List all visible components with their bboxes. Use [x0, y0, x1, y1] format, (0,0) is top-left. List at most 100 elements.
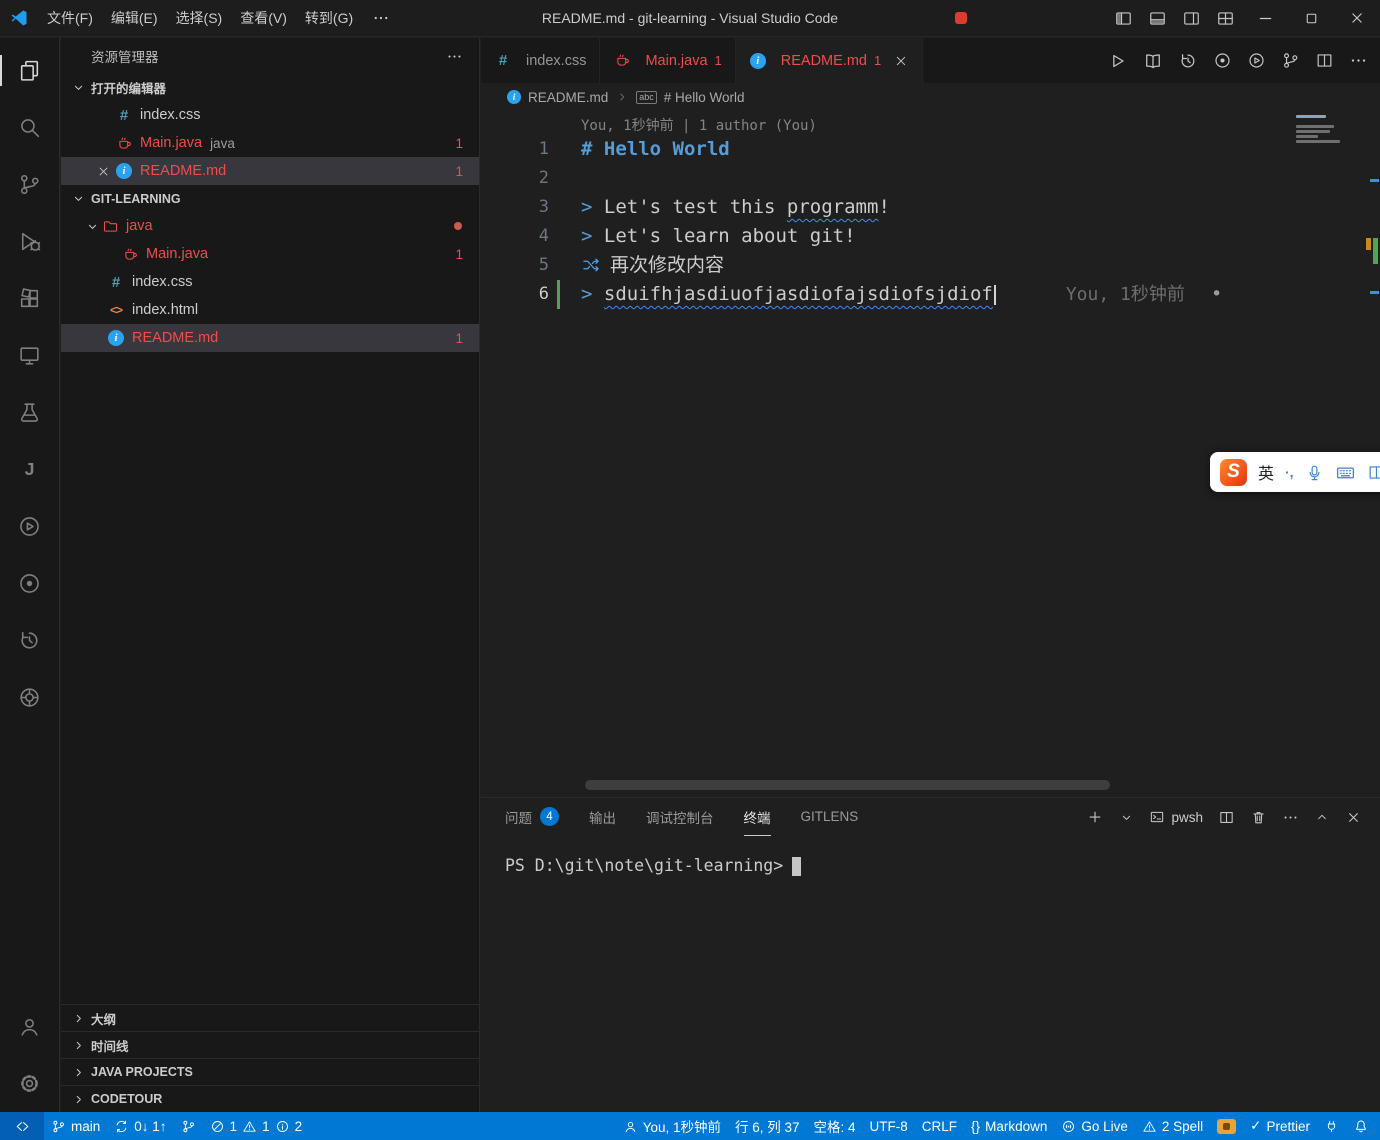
toggle-blame-button[interactable]	[1178, 51, 1198, 71]
breadcrumb-symbol[interactable]: # Hello World	[664, 90, 745, 105]
close-tab-icon[interactable]	[893, 53, 909, 69]
open-preview-button[interactable]	[1143, 51, 1163, 71]
blame-item[interactable]: You, 1秒钟前	[616, 1112, 728, 1140]
toggle-secondary-sidebar-button[interactable]	[1174, 0, 1208, 37]
indentation-item[interactable]: 空格: 4	[807, 1112, 863, 1140]
keyboard-icon[interactable]	[1335, 462, 1356, 483]
menu-file[interactable]: 文件(F)	[38, 5, 102, 31]
panel-actions: pwsh	[1086, 798, 1362, 836]
panel-tab-terminal[interactable]: 终端	[744, 798, 771, 836]
remote-indicator[interactable]	[0, 1112, 44, 1140]
accounts-icon[interactable]	[0, 998, 60, 1055]
close-window-button[interactable]	[1334, 0, 1380, 37]
settings-gear-icon[interactable]	[0, 1055, 60, 1112]
problems-item[interactable]: 1 1 2	[203, 1112, 310, 1140]
remote-explorer-icon[interactable]	[0, 327, 60, 384]
toolbox-icon[interactable]	[1367, 463, 1380, 482]
section-outline[interactable]: 大纲	[61, 1004, 479, 1031]
toggle-panel-button[interactable]	[1140, 0, 1174, 37]
tab-main-java[interactable]: Main.java 1	[600, 38, 735, 83]
sidebar-more-icon[interactable]	[446, 48, 463, 65]
section-timeline[interactable]: 时间线	[61, 1031, 479, 1058]
menu-view[interactable]: 查看(V)	[231, 5, 296, 31]
panel-tab-problems[interactable]: 问题 4	[505, 798, 559, 836]
menu-more-icon[interactable]	[362, 9, 400, 27]
sogou-logo-icon[interactable]: S	[1220, 459, 1247, 486]
go-live-item[interactable]: Go Live	[1054, 1112, 1135, 1140]
eol-item[interactable]: CRLF	[915, 1112, 964, 1140]
panel-tab-output[interactable]: 输出	[589, 798, 616, 836]
terminal-dropdown-icon[interactable]	[1119, 810, 1134, 825]
minimize-button[interactable]	[1242, 0, 1288, 37]
panel-tab-debug-console[interactable]: 调试控制台	[646, 798, 714, 836]
terminal[interactable]: PS D:\git\note\git-learning>	[481, 836, 1380, 876]
open-editor-main-java[interactable]: Main.java java 1	[61, 129, 479, 157]
tree-file-readme-md[interactable]: i README.md 1	[61, 324, 479, 352]
extensions-icon[interactable]	[0, 270, 60, 327]
ime-punctuation-icon[interactable]: ·,	[1285, 464, 1294, 480]
notifications-bell-icon[interactable]	[1346, 1112, 1376, 1140]
tree-file-main-java[interactable]: Main.java 1	[61, 240, 479, 268]
kill-terminal-button[interactable]	[1250, 809, 1267, 826]
encoding-item[interactable]: UTF-8	[863, 1112, 915, 1140]
cursor-position-item[interactable]: 行 6, 列 37	[728, 1112, 807, 1140]
project-section-header[interactable]: GIT-LEARNING	[61, 185, 479, 212]
search-icon[interactable]	[0, 99, 60, 156]
maximize-button[interactable]	[1288, 0, 1334, 37]
more-actions-button[interactable]	[1349, 51, 1368, 70]
section-java-projects[interactable]: JAVA PROJECTS	[61, 1058, 479, 1085]
gitlens-run-button[interactable]	[1247, 51, 1266, 70]
java-extension-icon[interactable]	[0, 441, 60, 498]
open-editor-index-css[interactable]: # index.css	[61, 101, 479, 129]
lifebuoy-extension-icon[interactable]	[0, 669, 60, 726]
sync-item[interactable]: 0↓ 1↑	[107, 1112, 173, 1140]
menu-goto[interactable]: 转到(G)	[296, 5, 362, 31]
maximize-panel-button[interactable]	[1314, 809, 1330, 825]
language-mode-item[interactable]: {} Markdown	[964, 1112, 1054, 1140]
history-icon[interactable]	[0, 612, 60, 669]
run-button[interactable]	[1108, 51, 1128, 71]
explorer-icon[interactable]	[0, 42, 60, 99]
record-icon[interactable]	[0, 555, 60, 612]
panel-more-button[interactable]	[1282, 809, 1299, 826]
menu-selection[interactable]: 选择(S)	[167, 5, 232, 31]
customize-layout-button[interactable]	[1208, 0, 1242, 37]
tab-readme-md[interactable]: i README.md 1	[736, 38, 923, 83]
breadcrumb-file[interactable]: README.md	[528, 90, 608, 105]
open-changes-button[interactable]	[1281, 51, 1300, 70]
tab-index-css[interactable]: # index.css	[481, 38, 600, 83]
spell-checker-item[interactable]: 2 Spell	[1135, 1112, 1210, 1140]
source-control-icon[interactable]	[0, 156, 60, 213]
plug-icon[interactable]	[1317, 1112, 1346, 1140]
extension-badge-item[interactable]	[1210, 1112, 1243, 1140]
ime-language-mode[interactable]: 英	[1258, 460, 1274, 484]
horizontal-scrollbar[interactable]	[585, 780, 1110, 790]
run-circle-icon[interactable]	[0, 498, 60, 555]
open-editor-readme-md[interactable]: i README.md 1	[61, 157, 479, 185]
prettier-item[interactable]: ✓ Prettier	[1243, 1112, 1317, 1140]
run-debug-icon[interactable]	[0, 213, 60, 270]
new-terminal-button[interactable]	[1086, 808, 1104, 826]
panel-tab-gitlens[interactable]: GITLENS	[801, 798, 859, 836]
tree-file-index-html[interactable]: <> index.html	[61, 296, 479, 324]
terminal-shell-item[interactable]: pwsh	[1149, 809, 1203, 825]
tree-file-index-css[interactable]: # index.css	[61, 268, 479, 296]
gitlens-branch-icon[interactable]	[174, 1112, 203, 1140]
minimap[interactable]	[1296, 115, 1346, 145]
gitlens-graph-button[interactable]	[1213, 51, 1232, 70]
microphone-icon[interactable]	[1305, 463, 1324, 482]
close-panel-button[interactable]	[1345, 809, 1362, 826]
split-editor-button[interactable]	[1315, 51, 1334, 70]
close-icon[interactable]	[91, 164, 115, 179]
orange-extension-icon	[1217, 1119, 1236, 1134]
testing-icon[interactable]	[0, 384, 60, 441]
open-editors-header[interactable]: 打开的编辑器	[61, 74, 479, 101]
toggle-sidebar-button[interactable]	[1106, 0, 1140, 37]
folder-icon	[101, 218, 119, 235]
menu-edit[interactable]: 编辑(E)	[102, 5, 167, 31]
split-terminal-button[interactable]	[1218, 809, 1235, 826]
branch-item[interactable]: main	[44, 1112, 107, 1140]
section-codetour[interactable]: CODETOUR	[61, 1085, 479, 1112]
symbol-icon: abc	[636, 91, 657, 104]
tree-folder-java[interactable]: java	[61, 212, 479, 240]
